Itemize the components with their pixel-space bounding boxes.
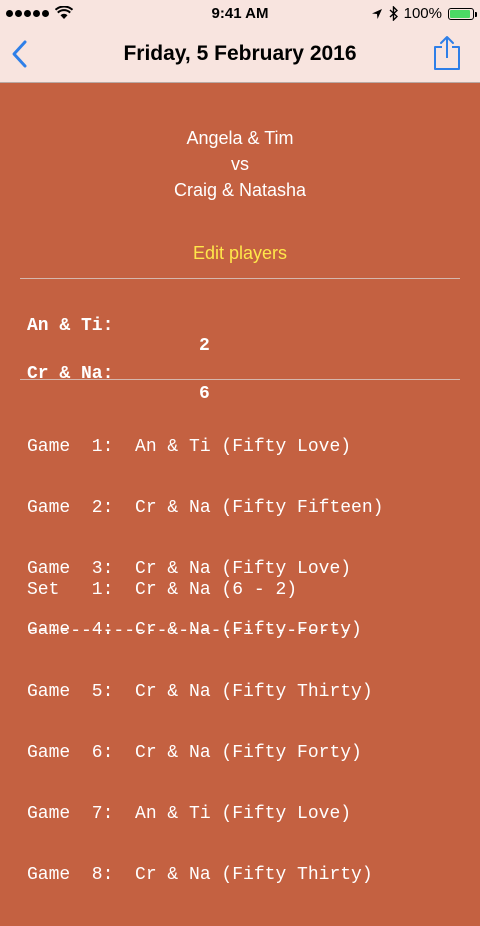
location-arrow-icon <box>371 8 382 19</box>
game-log-line: Game 8: Cr & Na (Fifty Thirty) <box>27 865 373 886</box>
team2-name: Craig & Natasha <box>173 180 307 200</box>
status-bar: 9:41 AM 100% <box>0 0 480 28</box>
status-right: 100% <box>371 5 477 22</box>
navigation-bar: Friday, 5 February 2016 <box>0 28 480 83</box>
score-team2-label: Cr & Na: <box>27 364 114 384</box>
divider-middle <box>20 379 460 380</box>
game-log-line: Game 5: Cr & Na (Fifty Thirty) <box>27 681 373 702</box>
battery-fill <box>450 9 470 18</box>
share-icon <box>434 36 460 70</box>
share-button[interactable] <box>432 35 462 71</box>
bluetooth-icon <box>389 6 398 21</box>
versus-label: vs <box>231 154 249 174</box>
set-summary: Set 1: Cr & Na (6 - 2) <box>27 580 298 600</box>
battery-icon <box>448 7 477 20</box>
game-log: Game 1: An & Ti (Fifty Love) Game 2: Cr … <box>27 396 383 926</box>
score-team1-label: An & Ti: <box>27 316 114 336</box>
battery-percent: 100% <box>403 5 442 22</box>
divider-top <box>20 278 460 279</box>
game-log-line: Game 1: An & Ti (Fifty Love) <box>27 436 352 457</box>
team1-name: Angela & Tim <box>186 128 294 148</box>
score-team1-value: 2 <box>199 336 210 356</box>
game-log-line: Game 2: Cr & Na (Fifty Fifteen) <box>27 498 384 519</box>
separator-line: ------------------------------ <box>27 621 352 641</box>
page-title: Friday, 5 February 2016 <box>123 42 357 65</box>
edit-players-button[interactable]: Edit players <box>0 243 480 264</box>
game-log-line: Game 3: Cr & Na (Fifty Love) <box>27 559 352 580</box>
game-log-line: Game 6: Cr & Na (Fifty Forty) <box>27 742 362 763</box>
game-log-line: Game 7: An & Ti (Fifty Love) <box>27 804 352 825</box>
